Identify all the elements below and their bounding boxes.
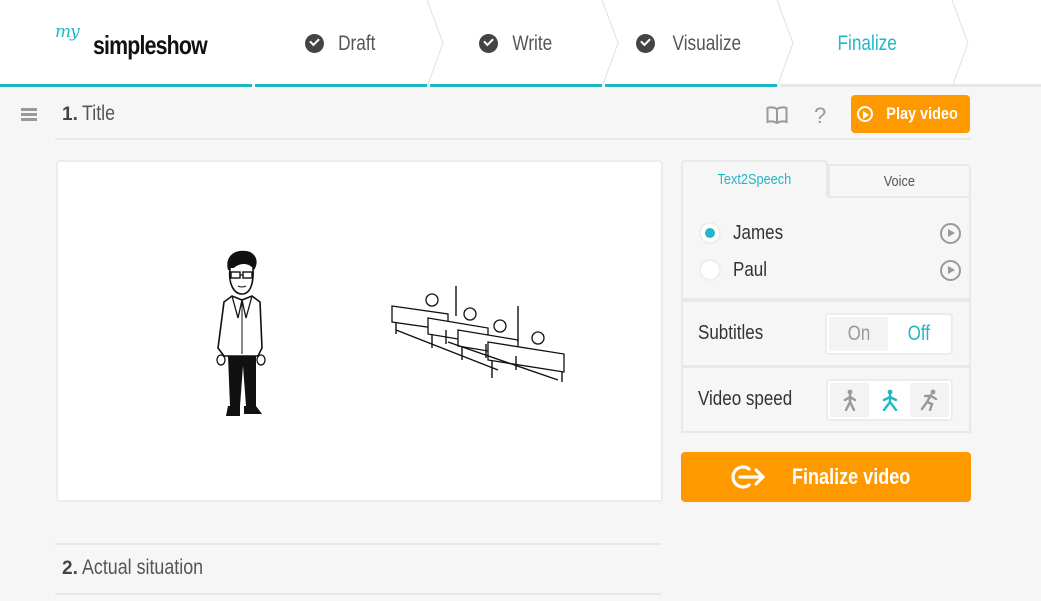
option-label: On bbox=[847, 322, 870, 345]
scene-title-text: Actual situation bbox=[81, 556, 203, 579]
step-label: Finalize bbox=[837, 31, 898, 55]
progress-underline bbox=[0, 84, 252, 87]
speed-normal-option[interactable] bbox=[869, 383, 910, 417]
voice-option-paul[interactable]: Paul bbox=[699, 255, 961, 285]
workflow-steps: Draft Write Visualize Finalize bbox=[0, 0, 1041, 87]
voice-name: James bbox=[733, 221, 784, 244]
progress-underline bbox=[430, 84, 602, 87]
scene-canvas[interactable] bbox=[56, 160, 663, 502]
progress-underline bbox=[780, 84, 1041, 87]
check-circle-icon bbox=[305, 34, 325, 53]
man-with-glasses-illustration[interactable] bbox=[210, 248, 270, 423]
finalize-video-button[interactable]: Finalize video bbox=[681, 452, 971, 502]
scene-number: 2. bbox=[62, 558, 78, 579]
walking-normal-icon bbox=[882, 389, 897, 411]
scene-title-text: Title bbox=[81, 102, 115, 125]
running-fast-icon bbox=[921, 389, 938, 411]
step-divider bbox=[776, 0, 794, 87]
progress-underline bbox=[255, 84, 427, 87]
step-divider bbox=[426, 0, 444, 87]
check-circle-icon bbox=[478, 34, 498, 53]
play-preview-icon[interactable] bbox=[940, 222, 961, 244]
scene-2-title[interactable]: 2. Actual situation bbox=[62, 556, 224, 580]
step-divider bbox=[601, 0, 619, 87]
speed-slow-option[interactable] bbox=[830, 383, 870, 417]
video-speed-label: Video speed bbox=[698, 388, 793, 410]
video-speed-selector[interactable] bbox=[826, 379, 953, 421]
subtitles-row: Subtitles On Off bbox=[681, 300, 971, 367]
step-label: Draft bbox=[338, 31, 376, 55]
tab-text2speech[interactable]: Text2Speech bbox=[681, 160, 828, 197]
step-visualize[interactable]: Visualize bbox=[605, 0, 780, 87]
scene-number: 1. bbox=[62, 104, 78, 125]
tab-label: Text2Speech bbox=[717, 171, 792, 188]
book-icon[interactable] bbox=[766, 106, 788, 124]
step-label: Visualize bbox=[672, 31, 742, 55]
hospital-beds-illustration[interactable] bbox=[388, 286, 568, 386]
radio-button[interactable] bbox=[699, 259, 721, 281]
walking-slow-icon bbox=[843, 389, 856, 411]
subtitles-on-option[interactable]: On bbox=[829, 317, 889, 351]
finalize-label: Finalize video bbox=[791, 464, 911, 489]
radio-button[interactable] bbox=[699, 222, 721, 244]
step-divider bbox=[951, 0, 969, 87]
help-icon[interactable]: ? bbox=[814, 103, 826, 129]
progress-underline bbox=[605, 84, 777, 87]
voice-name: Paul bbox=[733, 258, 768, 281]
option-label: Off bbox=[907, 322, 930, 345]
step-write[interactable]: Write bbox=[430, 0, 605, 87]
voice-option-james[interactable]: James bbox=[699, 218, 961, 248]
subtitles-toggle[interactable]: On Off bbox=[825, 313, 953, 355]
finalize-arrow-icon bbox=[731, 465, 765, 489]
subtitles-off-option[interactable]: Off bbox=[888, 317, 949, 351]
check-circle-icon bbox=[636, 34, 656, 53]
divider bbox=[55, 543, 661, 545]
hamburger-menu-icon[interactable] bbox=[21, 108, 37, 122]
play-video-label: Play video bbox=[886, 104, 958, 123]
step-label: Write bbox=[512, 31, 552, 55]
step-draft[interactable]: Draft bbox=[255, 0, 430, 87]
app-header: my simpleshow Draft Write Visualize Fina… bbox=[0, 0, 1041, 87]
subtitles-label: Subtitles bbox=[698, 322, 764, 344]
play-circle-icon bbox=[856, 106, 873, 122]
tab-voice[interactable]: Voice bbox=[828, 164, 971, 198]
play-preview-icon[interactable] bbox=[940, 259, 961, 281]
play-video-button[interactable]: Play video bbox=[851, 95, 970, 133]
speed-fast-option[interactable] bbox=[909, 383, 950, 417]
divider bbox=[55, 593, 661, 595]
step-finalize[interactable]: Finalize bbox=[780, 0, 955, 87]
video-speed-row: Video speed bbox=[681, 366, 971, 433]
audio-tabs: Voice Text2Speech bbox=[681, 160, 971, 200]
divider bbox=[55, 138, 971, 140]
tab-label: Voice bbox=[883, 172, 916, 190]
scene-1-title[interactable]: 1. Title bbox=[62, 102, 121, 126]
voice-list: James Paul bbox=[681, 197, 971, 300]
audio-panel: Voice Text2Speech bbox=[681, 160, 971, 200]
